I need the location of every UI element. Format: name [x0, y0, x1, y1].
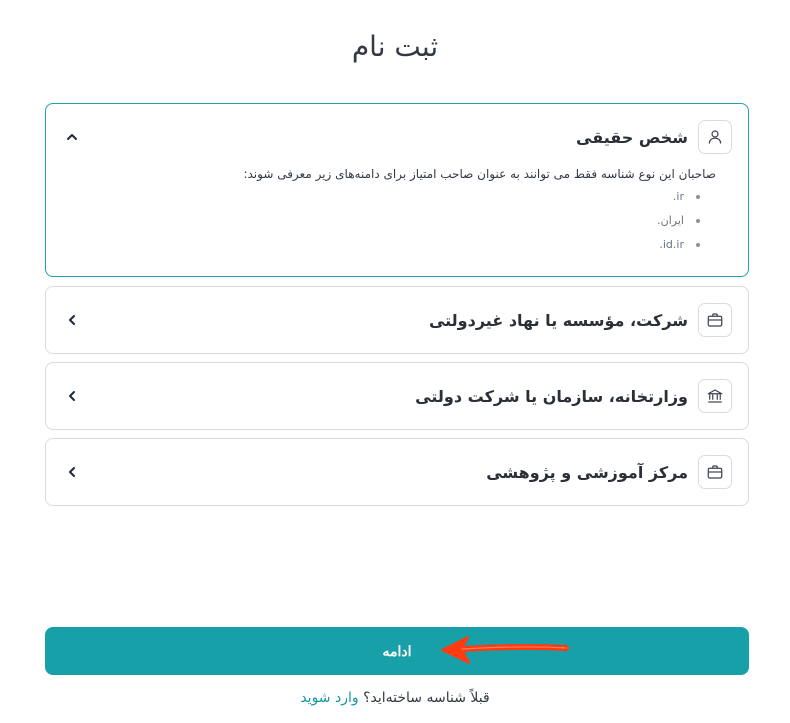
person-icon	[698, 120, 732, 154]
option-card-government[interactable]: وزارتخانه، سازمان یا شرکت دولتی	[45, 362, 749, 430]
login-prompt: قبلاً شناسه ساخته‌اید؟ وارد شوید	[0, 690, 790, 706]
option-card-education[interactable]: مرکز آموزشی و پژوهشی	[45, 438, 749, 506]
continue-button-label: ادامه	[382, 642, 412, 659]
chevron-left-icon[interactable]	[64, 464, 80, 480]
login-prompt-text: قبلاً شناسه ساخته‌اید؟	[363, 690, 490, 706]
signup-page: ثبت نام شخص حقیقی صاحبان این نوع شناسه ف…	[0, 0, 790, 723]
chevron-up-icon[interactable]	[64, 129, 80, 145]
option-header-government[interactable]: وزارتخانه، سازمان یا شرکت دولتی	[46, 363, 748, 429]
option-title: شرکت، مؤسسه یا نهاد غیردولتی	[428, 310, 688, 330]
domain-list: .ir .ایران .id.ir	[76, 185, 716, 257]
option-header-individual[interactable]: شخص حقیقی	[46, 104, 748, 170]
option-title: شخص حقیقی	[576, 127, 688, 147]
chevron-left-icon[interactable]	[64, 312, 80, 328]
chevron-left-icon[interactable]	[64, 388, 80, 404]
bank-building-icon	[698, 379, 732, 413]
option-header-company[interactable]: شرکت، مؤسسه یا نهاد غیردولتی	[46, 287, 748, 353]
list-item: .ایران	[76, 209, 700, 233]
option-card-individual[interactable]: شخص حقیقی صاحبان این نوع شناسه فقط می تو…	[45, 103, 749, 277]
page-title: ثبت نام	[351, 30, 439, 63]
option-title: وزارتخانه، سازمان یا شرکت دولتی	[415, 386, 688, 406]
login-link[interactable]: وارد شوید	[300, 690, 358, 706]
briefcase-icon	[698, 303, 732, 337]
continue-button[interactable]: ادامه	[45, 627, 749, 675]
option-header-education[interactable]: مرکز آموزشی و پژوهشی	[46, 439, 748, 505]
list-item: .ir	[76, 185, 700, 209]
list-item: .id.ir	[76, 233, 700, 257]
briefcase-icon	[698, 455, 732, 489]
annotation-arrow-icon	[441, 636, 569, 664]
option-body-individual: صاحبان این نوع شناسه فقط می توانند به عن…	[46, 165, 748, 275]
option-card-company[interactable]: شرکت، مؤسسه یا نهاد غیردولتی	[45, 286, 749, 354]
option-title: مرکز آموزشی و پژوهشی	[486, 462, 688, 482]
